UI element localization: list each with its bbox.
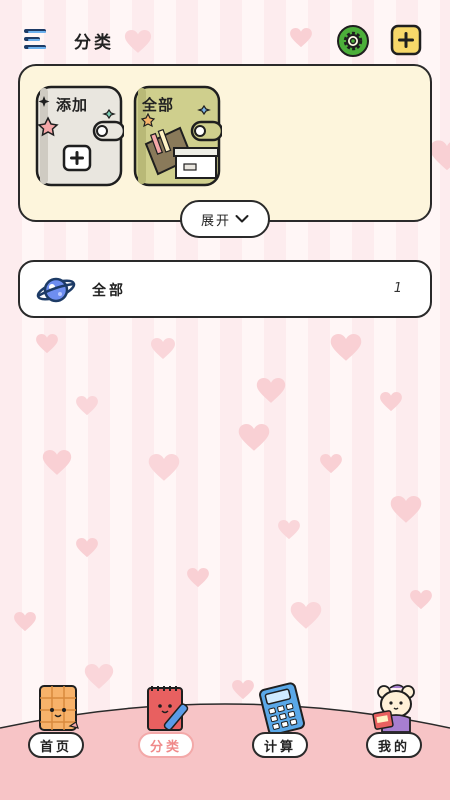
heart-icon	[320, 454, 342, 474]
heart-icon	[150, 338, 176, 360]
heart-icon	[14, 612, 36, 632]
heart-icon	[430, 140, 450, 172]
heart-icon	[148, 454, 180, 482]
add-category-card[interactable]: 添加	[34, 84, 126, 188]
app-header: 分类	[0, 0, 450, 62]
nav-mine-label: 我的	[366, 732, 422, 758]
nav-calculator-label: 计算	[252, 732, 308, 758]
nav-mine[interactable]: 我的	[354, 682, 434, 762]
list-item-count: 1	[393, 281, 402, 296]
nav-category-label: 分类	[138, 732, 194, 758]
expand-button[interactable]: 展开	[180, 200, 270, 238]
settings-button[interactable]	[336, 24, 370, 58]
category-panel: 添加 全部	[18, 64, 432, 222]
heart-icon	[410, 590, 432, 610]
bear-icon	[372, 684, 415, 733]
gear-icon	[337, 25, 369, 57]
heart-icon	[278, 520, 300, 540]
nav-home-label: 首页	[28, 732, 84, 758]
heart-icon	[76, 396, 98, 416]
planet-icon	[36, 277, 76, 303]
nav-category[interactable]: 分类	[126, 682, 206, 762]
chevron-down-icon	[235, 215, 249, 223]
calculator-icon	[259, 682, 305, 736]
plus-icon	[390, 24, 422, 56]
heart-icon	[76, 538, 98, 558]
heart-icon	[256, 378, 286, 404]
heart-icon	[390, 496, 422, 524]
heart-icon	[330, 334, 362, 362]
heart-icon	[238, 424, 270, 452]
heart-icon	[380, 392, 402, 412]
heart-icon	[290, 602, 322, 630]
waffle-icon	[39, 685, 79, 731]
heart-icon	[42, 450, 72, 476]
add-button[interactable]	[390, 24, 422, 56]
page-title: 分类	[74, 33, 114, 53]
notebook-pen-icon	[147, 686, 189, 731]
nav-home[interactable]: 首页	[16, 682, 96, 762]
heart-icon	[186, 568, 210, 588]
add-category-label: 添加	[56, 96, 89, 114]
nav-calculator[interactable]: 计算	[240, 682, 320, 762]
all-category-label: 全部	[142, 96, 175, 114]
list-item[interactable]: 全部 1	[18, 260, 432, 318]
menu-icon[interactable]	[22, 26, 50, 54]
expand-label: 展开	[200, 213, 231, 229]
list-item-label: 全部	[92, 283, 126, 299]
all-category-card[interactable]: 全部	[132, 84, 224, 188]
heart-icon	[36, 334, 58, 354]
